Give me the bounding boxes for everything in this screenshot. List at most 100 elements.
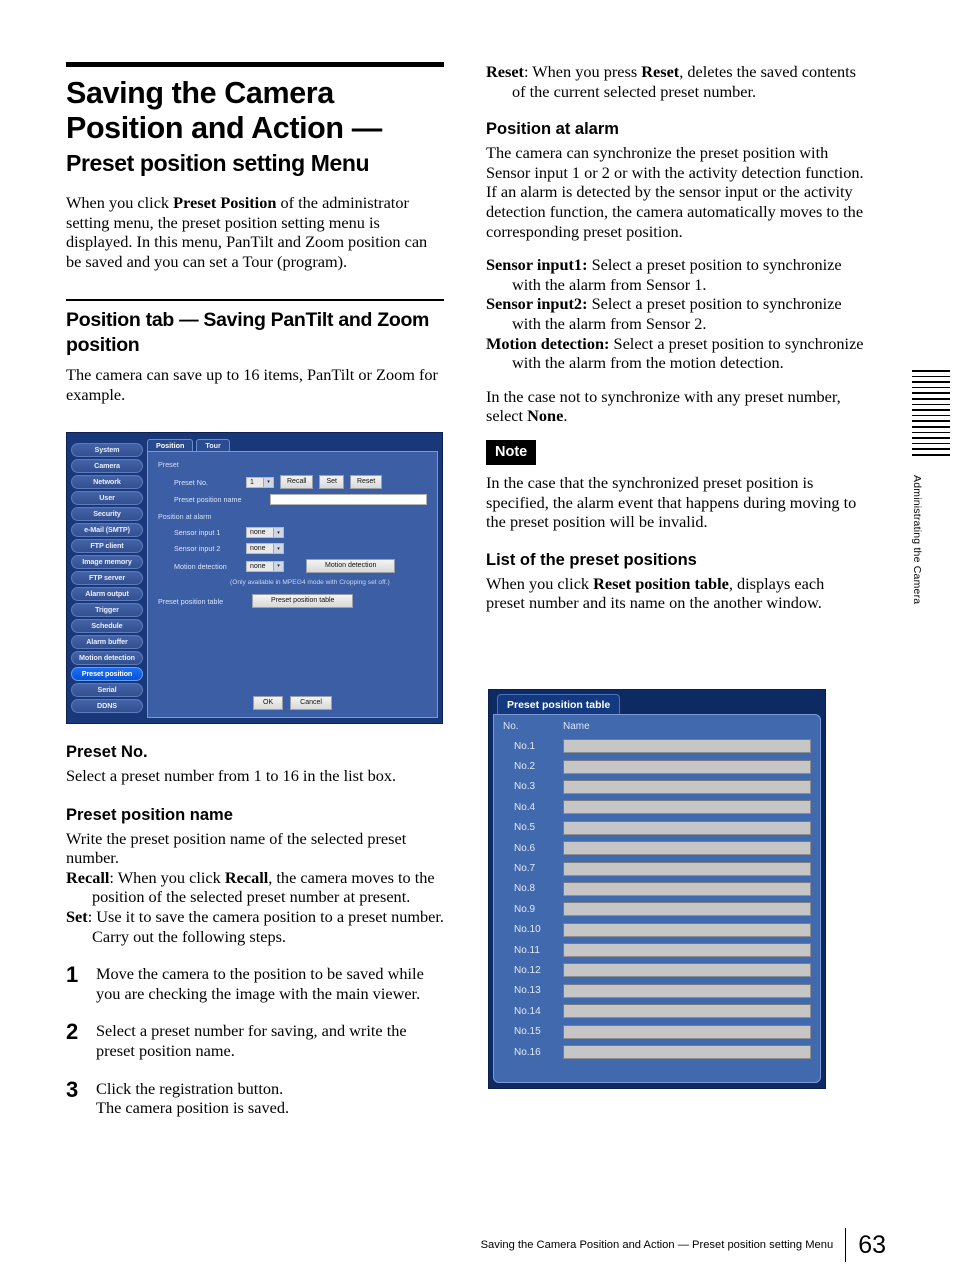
preset-position-table-button[interactable]: Preset position table [252, 594, 354, 608]
sensor-input-1-select[interactable]: none ▾ [246, 527, 284, 538]
section-rule [66, 299, 444, 302]
step-2-number: 2 [66, 1019, 79, 1045]
list-bold: Reset position table [593, 573, 729, 593]
row-name-input[interactable] [563, 963, 811, 978]
none-bold: None [527, 406, 564, 426]
step-3-text: Click the registration button. The camer… [96, 1078, 290, 1118]
row-name-input[interactable] [563, 841, 811, 856]
row-label: No.5 [514, 822, 536, 834]
table-row: No.2 [503, 756, 811, 776]
sidebar-item-serial[interactable]: Serial [71, 683, 143, 697]
row-name-input[interactable] [563, 779, 811, 794]
row-name-input[interactable] [563, 1024, 811, 1039]
row-name-input[interactable] [563, 1004, 811, 1019]
row-name-input[interactable] [563, 800, 811, 815]
row-sensor-input-2: Sensor input 2 none ▾ [158, 543, 427, 554]
sensor-input-1-value: none [250, 529, 266, 536]
sidebar-item-motion-detection[interactable]: Motion detection [71, 651, 143, 665]
sidebar-item-ftp-server[interactable]: FTP server [71, 571, 143, 585]
app-dialog-buttons: OK Cancel [148, 696, 437, 710]
sidebar-item-image-memory[interactable]: Image memory [71, 555, 143, 569]
list-text-1: When you click [486, 573, 594, 593]
sidebar-item-system[interactable]: System [71, 443, 143, 457]
table-row: No.8 [503, 879, 811, 899]
sidebar-item-network[interactable]: Network [71, 475, 143, 489]
row-label: No.6 [514, 842, 536, 854]
body-position-at-alarm-1: The camera can synchronize the preset po… [486, 143, 864, 182]
row-label: No.15 [514, 1026, 541, 1038]
row-label: No.13 [514, 985, 541, 997]
step-2-text: Select a preset number for saving, and w… [96, 1021, 407, 1060]
sidebar-item-schedule[interactable]: Schedule [71, 619, 143, 633]
body-list-of-preset-positions: When you click Reset position table, dis… [486, 574, 864, 613]
set-button[interactable]: Set [319, 475, 344, 489]
table-row: No.3 [503, 777, 811, 797]
table-row: No.10 [503, 920, 811, 940]
row-name-input[interactable] [563, 943, 811, 958]
sidebar-item-user[interactable]: User [71, 491, 143, 505]
row-name-input[interactable] [563, 861, 811, 876]
sidebar-item-ddns[interactable]: DDNS [71, 699, 143, 713]
chevron-down-icon: ▾ [263, 477, 273, 487]
table-row: No.6 [503, 838, 811, 858]
sidebar-item-ftp-client[interactable]: FTP client [71, 539, 143, 553]
label-sensor-input-1: Sensor input 1 [174, 528, 221, 537]
motion-detection-value: none [250, 562, 266, 570]
motion-detection-select[interactable]: none ▾ [246, 560, 284, 572]
title-rule [66, 62, 444, 67]
mpeg4-hint: (Only available in MPEG4 mode with Cropp… [230, 579, 390, 586]
app-screenshot: System Camera Network User Security e-Ma… [66, 432, 443, 724]
sidebar-item-security[interactable]: Security [71, 507, 143, 521]
recall-term: Recall [66, 867, 110, 887]
heading-position-at-alarm: Position at alarm [486, 120, 619, 139]
row-name-input[interactable] [563, 1045, 811, 1060]
sidebar-item-camera[interactable]: Camera [71, 459, 143, 473]
preset-position-table-window: Preset position table No. Name No.1 No.2… [488, 689, 826, 1089]
sidebar-item-alarm-buffer[interactable]: Alarm buffer [71, 635, 143, 649]
ok-button[interactable]: OK [253, 696, 284, 710]
step-1-text: Move the camera to the position to be sa… [96, 964, 424, 1003]
column-header-no: No. [503, 721, 519, 732]
reset-button[interactable]: Reset [349, 475, 383, 489]
row-name-input[interactable] [563, 739, 811, 754]
sensor1-term: Sensor input1: [486, 255, 588, 275]
row-name-input[interactable] [563, 983, 811, 998]
table-row: No.7 [503, 858, 811, 878]
preset-table-header: No. Name [503, 720, 811, 734]
label-preset-position-name: Preset position name [174, 495, 242, 504]
tab-tour[interactable]: Tour [196, 439, 230, 451]
sidebar-item-email-smtp[interactable]: e-Mail (SMTP) [71, 523, 143, 537]
row-name-input[interactable] [563, 902, 811, 917]
table-row: No.13 [503, 981, 811, 1001]
table-row: No.15 [503, 1021, 811, 1041]
row-label: No.7 [514, 863, 536, 875]
row-name-input[interactable] [563, 759, 811, 774]
chevron-down-icon: ▾ [273, 561, 283, 571]
table-row: No.4 [503, 797, 811, 817]
section-body: The camera can save up to 16 items, PanT… [66, 365, 438, 404]
recall-button[interactable]: Recall [280, 475, 314, 489]
row-label: No.9 [514, 903, 536, 915]
row-name-input[interactable] [563, 922, 811, 937]
preset-no-select[interactable]: 1 ▾ [246, 476, 274, 488]
preset-position-name-input[interactable] [270, 494, 427, 505]
label-preset-no: Preset No. [174, 477, 208, 487]
row-name-input[interactable] [563, 881, 811, 896]
heading-list-of-preset-positions: List of the preset positions [486, 550, 697, 569]
row-label: No.4 [514, 801, 536, 813]
row-name-input[interactable] [563, 820, 811, 835]
step-1-number: 1 [66, 962, 79, 988]
row-label: No.11 [514, 944, 540, 956]
body-preset-no: Select a preset number from 1 to 16 in t… [66, 766, 397, 785]
intro-text-1: When you click [66, 193, 174, 212]
app-tab-row: Position Tour [147, 438, 438, 451]
cancel-button[interactable]: Cancel [290, 696, 332, 710]
tab-position[interactable]: Position [147, 439, 194, 451]
sidebar-item-preset-position[interactable]: Preset position [71, 667, 143, 681]
body-note: In the case that the synchronized preset… [486, 472, 857, 532]
body-position-at-alarm-2: If an alarm is detected by the sensor in… [486, 182, 864, 241]
motion-detection-button[interactable]: Motion detection [306, 559, 396, 573]
sidebar-item-trigger[interactable]: Trigger [71, 603, 143, 617]
sidebar-item-alarm-output[interactable]: Alarm output [71, 587, 143, 601]
sensor-input-2-select[interactable]: none ▾ [246, 543, 284, 554]
